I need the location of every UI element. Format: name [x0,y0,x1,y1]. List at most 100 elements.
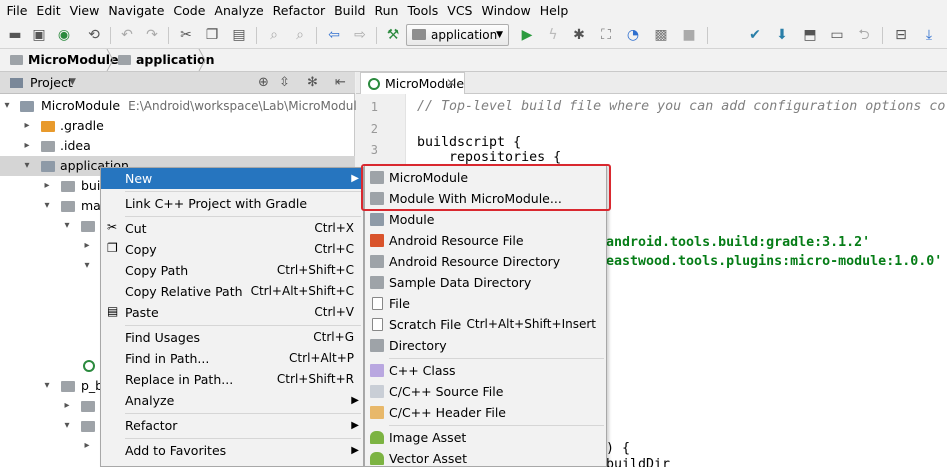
chevron-down-icon[interactable]: ▾ [22,156,32,176]
project-panel-title[interactable]: Project [30,75,73,90]
submenu-item-cpp-class[interactable]: C++ Class [365,360,606,381]
collapse-all-icon[interactable]: ⇳ [279,75,290,90]
chevron-right-icon[interactable]: ▸ [82,236,92,256]
code-line-1[interactable]: // Top-level build file where you can ad… [417,98,945,115]
menu-item-find-usages[interactable]: Find Usages Ctrl+G [101,327,363,348]
menu-item-copy[interactable]: ❐ Copy Ctrl+C [101,239,363,260]
cut-icon[interactable]: ✂ [177,26,195,44]
menu-vcs[interactable]: VCS [443,0,477,22]
sdk-manager-icon[interactable]: ⬒ [801,26,819,44]
redo-icon[interactable]: ↷ [143,26,161,44]
submenu-item-scratch-file[interactable]: Scratch File Ctrl+Alt+Shift+Insert [365,314,606,335]
submenu-item-cpp-source-file[interactable]: C/C++ Source File [365,381,606,402]
submenu-item-image-asset[interactable]: Image Asset [365,427,606,448]
attach-debugger-icon[interactable]: ⛶ [597,26,615,44]
profile-icon[interactable]: ◔ [624,26,642,44]
submenu-item-sample-data-directory[interactable]: Sample Data Directory [365,272,606,293]
chevron-right-icon[interactable]: ▸ [22,116,32,136]
chevron-down-icon[interactable]: ▾ [42,196,52,216]
locate-icon[interactable]: ⊕ [258,75,269,90]
apply-changes-icon[interactable]: ϟ [544,26,562,44]
submenu-item-android-resource-directory[interactable]: Android Resource Directory [365,251,606,272]
debug-icon[interactable]: ✱ [570,26,588,44]
chevron-right-icon[interactable]: ▸ [42,176,52,196]
menu-analyze[interactable]: Analyze [210,0,268,22]
menu-item-copy-path[interactable]: Copy Path Ctrl+Shift+C [101,260,363,281]
run-configuration-dropdown[interactable]: application ▼ [406,24,509,46]
menu-build[interactable]: Build [330,0,370,22]
code-string-micro-module[interactable]: eastwood.tools.plugins:micro-module:1.0.… [606,253,942,270]
tree-item-idea[interactable]: ▸ .idea [0,136,355,156]
run-icon[interactable]: ▶ [518,26,536,44]
menu-run[interactable]: Run [370,0,403,22]
menu-item-replace-in-path[interactable]: Replace in Path... Ctrl+Shift+R [101,369,363,390]
gradle-file-icon [368,78,380,90]
chevron-down-icon[interactable]: ▾ [42,376,52,396]
revert-icon[interactable]: ⮌ [855,26,873,44]
menu-file[interactable]: File [2,0,32,22]
build-hammer-icon[interactable]: ⚒ [384,26,402,44]
tree-item-micromodule[interactable]: ▾ MicroModule E:\Android\workspace\Lab\Mi… [0,96,364,116]
refresh-icon[interactable]: ⟲ [85,26,103,44]
replace-icon[interactable]: ⌕ [291,26,309,44]
hide-panel-icon[interactable]: ⇤ [335,75,346,90]
close-icon[interactable]: ✕ [446,73,456,94]
submenu-item-module[interactable]: Module [365,209,606,230]
chevron-down-icon[interactable]: ▾ [62,216,72,236]
back-icon[interactable]: ⇦ [325,26,343,44]
paste-icon[interactable]: ▤ [230,26,248,44]
menu-window[interactable]: Window [477,0,535,22]
menu-edit[interactable]: Edit [32,0,65,22]
menu-item-paste[interactable]: ▤ Paste Ctrl+V [101,302,363,323]
chevron-down-icon[interactable]: ▾ [2,96,12,116]
gradle-sync-icon[interactable]: ✔ [746,26,764,44]
submenu-item-cpp-header-file[interactable]: C/C++ Header File [365,402,606,423]
chevron-right-icon[interactable]: ▸ [22,136,32,156]
stop-icon[interactable]: ■ [680,26,698,44]
menu-item-link-cpp[interactable]: Link C++ Project with Gradle [101,193,363,214]
find-icon[interactable]: ⌕ [265,26,283,44]
menu-view[interactable]: View [65,0,104,22]
menu-navigate[interactable]: Navigate [104,0,169,22]
submenu-item-file[interactable]: File [365,293,606,314]
open-folder-icon[interactable]: ▬ [6,26,24,44]
chevron-down-icon[interactable]: ▼ [69,77,76,87]
forward-icon[interactable]: ⇨ [351,26,369,44]
menu-item-copy-relative-path[interactable]: Copy Relative Path Ctrl+Alt+Shift+C [101,281,363,302]
menu-item-analyze[interactable]: Analyze ▶ [101,390,363,411]
gear-icon[interactable]: ✻ [307,75,318,90]
chevron-down-icon[interactable]: ▾ [82,256,92,276]
menu-code[interactable]: Code [169,0,210,22]
menu-item-refactor[interactable]: Refactor ▶ [101,415,363,436]
submenu-item-android-resource-file[interactable]: Android Resource File [365,230,606,251]
editor-tab-micromodule[interactable]: MicroModule ✕ [360,72,465,94]
save-icon[interactable]: ▣ [30,26,48,44]
chevron-right-icon[interactable]: ▸ [62,396,72,416]
copy-icon[interactable]: ❐ [203,26,221,44]
menu-item-new[interactable]: New ▶ [101,168,363,189]
menu-item-add-to-favorites[interactable]: Add to Favorites ▶ [101,440,363,461]
device-icon[interactable]: ▭ [828,26,846,44]
breadcrumb-item-micromodule[interactable]: MicroModule [10,49,119,71]
chevron-down-icon[interactable]: ▾ [62,416,72,436]
tree-item-gradle[interactable]: ▸ .gradle [0,116,355,136]
menu-help[interactable]: Help [535,0,573,22]
undo-icon[interactable]: ↶ [118,26,136,44]
menu-refactor[interactable]: Refactor [268,0,329,22]
submenu-item-directory[interactable]: Directory [365,335,606,356]
sync-icon[interactable]: ◉ [55,26,73,44]
chevron-right-icon[interactable]: ▸ [82,436,92,456]
menu-tools[interactable]: Tools [403,0,443,22]
breadcrumb-separator-icon [198,49,206,71]
code-fragment-brace[interactable]: ) { [606,440,630,457]
submenu-item-vector-asset[interactable]: Vector Asset [365,448,606,467]
file-icon [372,297,383,310]
code-string-gradle[interactable]: android.tools.build:gradle:3.1.2' [606,234,870,251]
coverage-icon[interactable]: ▩ [652,26,670,44]
code-fragment-builddir[interactable]: buildDir [606,456,670,467]
download-icon[interactable]: ⤓ [920,26,938,44]
menu-item-cut[interactable]: ✂ Cut Ctrl+X [101,218,363,239]
project-structure-icon[interactable]: ⊟ [892,26,910,44]
avd-manager-icon[interactable]: ⬇ [773,26,791,44]
menu-item-find-in-path[interactable]: Find in Path... Ctrl+Alt+P [101,348,363,369]
